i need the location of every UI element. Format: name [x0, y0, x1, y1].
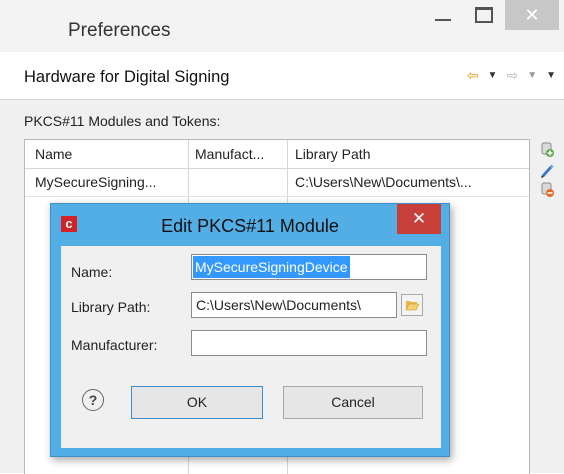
column-header-library-path[interactable]: Library Path	[295, 146, 370, 162]
window-close-button[interactable]: ✕	[505, 0, 559, 30]
window-title: Preferences	[68, 20, 171, 41]
edit-module-dialog: c Edit PKCS#11 Module ✕ Name: MySecureSi…	[50, 203, 450, 457]
view-menu-icon[interactable]: ▼	[546, 70, 556, 81]
table-header: Name Manufact... Library Path	[25, 140, 529, 169]
name-field-value[interactable]: MySecureSigningDevice	[193, 256, 350, 278]
minimize-icon	[435, 19, 451, 21]
preferences-titlebar[interactable]: Preferences ✕	[0, 0, 564, 52]
browse-button[interactable]	[401, 294, 423, 316]
manufacturer-field[interactable]	[191, 330, 427, 356]
section-label: PKCS#11 Modules and Tokens:	[24, 113, 221, 129]
help-icon[interactable]: ?	[82, 389, 104, 411]
remove-module-icon[interactable]	[539, 182, 555, 198]
maximize-button[interactable]	[466, 0, 502, 30]
forward-dropdown-icon[interactable]: ▼	[527, 70, 537, 81]
add-module-icon[interactable]	[539, 142, 555, 158]
table-row[interactable]: MySecureSigning... C:\Users\New\Document…	[25, 169, 529, 197]
cell-library-path: C:\Users\New\Documents\...	[295, 174, 472, 190]
column-header-manufacturer[interactable]: Manufact...	[195, 146, 264, 162]
folder-open-icon	[405, 301, 419, 311]
cancel-button[interactable]: Cancel	[283, 386, 423, 419]
back-arrow-icon[interactable]: ⇦	[467, 67, 479, 84]
column-header-name[interactable]: Name	[35, 146, 72, 162]
dialog-titlebar[interactable]: c Edit PKCS#11 Module ✕	[51, 204, 449, 242]
name-label: Name:	[71, 264, 113, 280]
table-toolbar	[539, 142, 559, 202]
cell-name: MySecureSigning...	[35, 174, 157, 190]
dialog-body: Name: MySecureSigningDevice Library Path…	[61, 246, 441, 448]
dialog-title: Edit PKCS#11 Module	[161, 216, 339, 236]
page-title: Hardware for Digital Signing	[24, 68, 230, 86]
library-path-label: Library Path:	[71, 299, 151, 315]
back-dropdown-icon[interactable]: ▼	[488, 70, 498, 81]
ok-button[interactable]: OK	[131, 386, 263, 419]
minimize-button[interactable]	[425, 0, 461, 30]
edit-pencil-icon[interactable]	[539, 162, 555, 178]
page-header: Hardware for Digital Signing ⇦ ▼ ⇨ ▼ ▼	[0, 53, 564, 100]
library-path-field[interactable]	[191, 292, 397, 318]
forward-arrow-icon[interactable]: ⇨	[506, 67, 518, 84]
dialog-close-button[interactable]: ✕	[397, 204, 441, 234]
manufacturer-label: Manufacturer:	[71, 337, 158, 353]
navigation-controls: ⇦ ▼ ⇨ ▼ ▼	[467, 67, 556, 84]
maximize-icon	[475, 7, 493, 23]
